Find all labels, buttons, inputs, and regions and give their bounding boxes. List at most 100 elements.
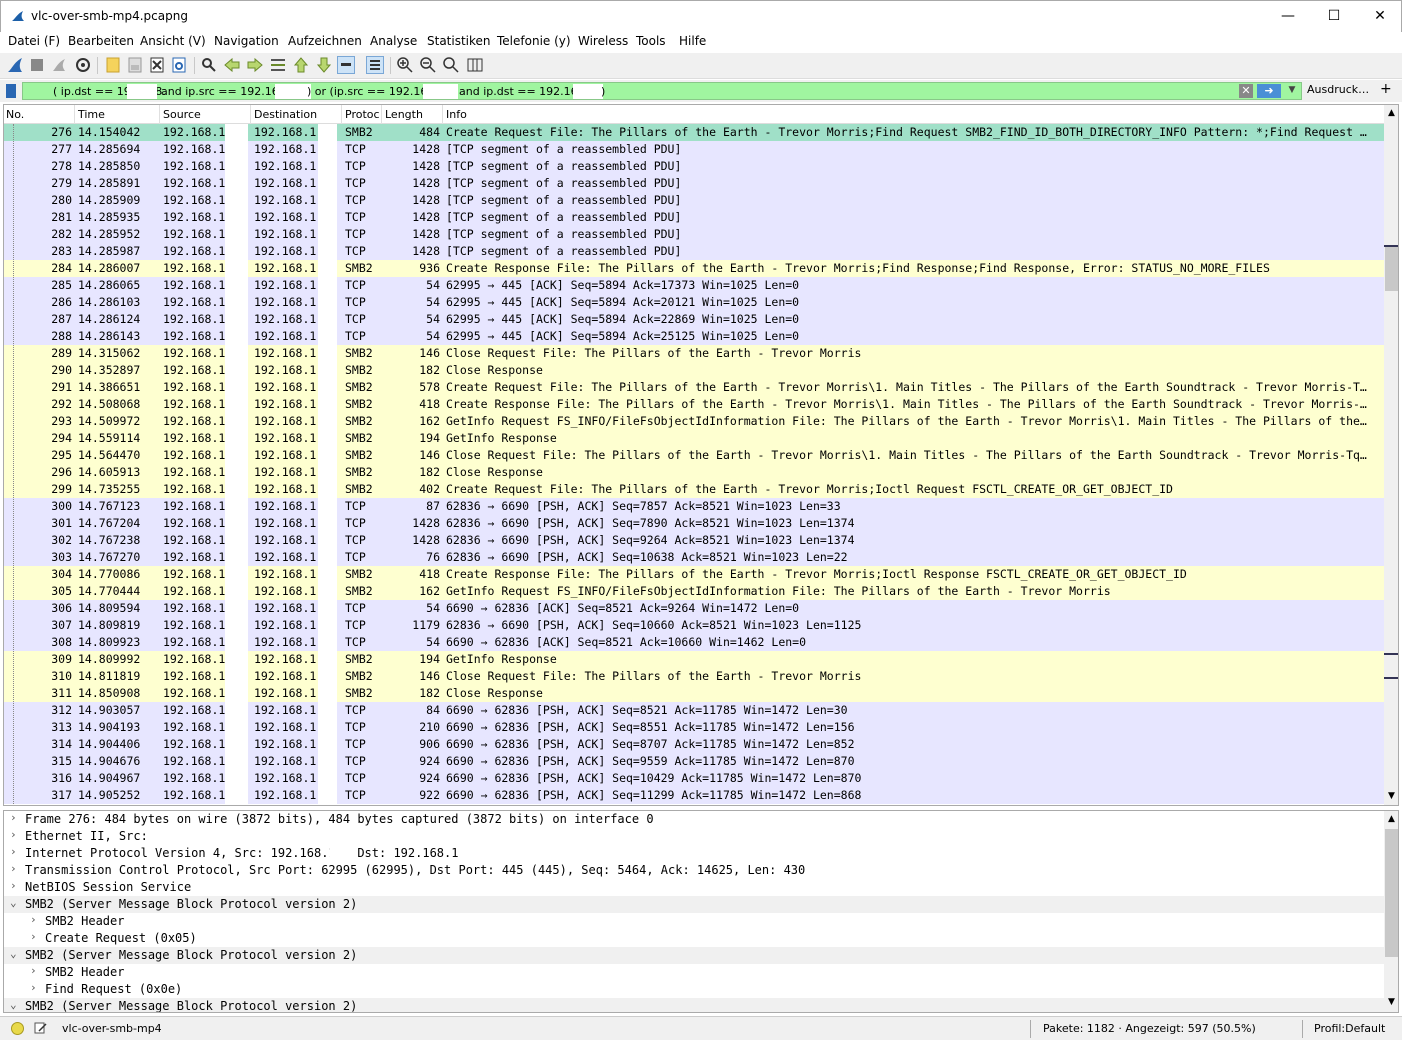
packet-row[interactable]: 284 14.286007 192.168.1 192.168.1 SMB2 936 Cre… (4, 260, 1384, 277)
menu-item[interactable]: Datei (F) (8, 34, 60, 48)
detail-tree-item[interactable]: ⌄ SMB2 (Server Message Block Protocol ver… (4, 896, 1398, 913)
expression-button[interactable]: Ausdruck… (1307, 83, 1369, 96)
expand-arrow-icon[interactable]: › (10, 811, 17, 824)
details-scrollbar[interactable]: ▲ ▼ (1384, 811, 1398, 1012)
detail-tree-item[interactable]: › Frame 276: 484 bytes on wire (3872 bits… (4, 811, 1398, 828)
detail-tree-item[interactable]: › Transmission Control Protocol, Src Port… (4, 862, 1398, 879)
scroll-up-icon[interactable]: ▲ (1388, 814, 1395, 824)
packet-row[interactable]: 294 14.559114 192.168.1 192.168.1 SMB2 194 Get… (4, 430, 1384, 447)
scroll-down-icon[interactable]: ▼ (1388, 791, 1395, 801)
menu-item[interactable]: Ansicht (V) (140, 34, 206, 48)
menu-item[interactable]: Analyse (370, 34, 417, 48)
auto-scroll-icon[interactable] (337, 56, 355, 74)
collapse-arrow-icon[interactable]: ⌄ (10, 998, 17, 1011)
menu-item[interactable]: Tools (636, 34, 666, 48)
detail-tree-item[interactable]: › SMB2 Header (4, 913, 1398, 930)
close-file-icon[interactable] (148, 56, 166, 74)
go-to-packet-icon[interactable] (269, 56, 287, 74)
zoom-out-icon[interactable] (419, 56, 437, 74)
reload-file-icon[interactable] (170, 56, 188, 74)
detail-tree-item[interactable]: ⌄ SMB2 (Server Message Block Protocol ver… (4, 947, 1398, 964)
resize-columns-icon[interactable] (466, 56, 484, 74)
packet-row[interactable]: 302 14.767238 192.168.1 192.168.1 TCP 1428 628… (4, 532, 1384, 549)
menu-item[interactable]: Navigation (214, 34, 279, 48)
filter-dropdown-icon[interactable]: ▼ (1285, 83, 1299, 98)
packet-row[interactable]: 280 14.285909 192.168.1 192.168.1 TCP 1428 [TC… (4, 192, 1384, 209)
close-button[interactable]: ✕ (1357, 1, 1402, 32)
packet-row[interactable]: 315 14.904676 192.168.1 192.168.1 TCP 924 6690… (4, 753, 1384, 770)
packet-row[interactable]: 311 14.850908 192.168.1 192.168.1 SMB2 182 Clo… (4, 685, 1384, 702)
status-profile[interactable]: Profil:Default (1314, 1022, 1385, 1035)
expand-arrow-icon[interactable]: › (30, 930, 37, 943)
go-last-packet-icon[interactable] (315, 56, 333, 74)
packet-row[interactable]: 289 14.315062 192.168.1 192.168.1 SMB2 146 Clo… (4, 345, 1384, 362)
minimize-button[interactable]: — (1265, 1, 1311, 32)
display-filter-input[interactable]: ( ip.dst == 192.168. and ip.src == 192.1… (22, 82, 1302, 100)
column-protocol[interactable]: Protoc (345, 108, 380, 121)
zoom-normal-icon[interactable] (442, 56, 460, 74)
expand-arrow-icon[interactable]: › (30, 964, 37, 977)
packet-row[interactable]: 301 14.767204 192.168.1 192.168.1 TCP 1428 628… (4, 515, 1384, 532)
detail-tree-item[interactable]: › Create Request (0x05) (4, 930, 1398, 947)
open-file-icon[interactable] (104, 56, 122, 74)
expand-arrow-icon[interactable]: › (30, 981, 37, 994)
column-length[interactable]: Length (385, 108, 423, 121)
edit-comment-icon[interactable] (33, 1021, 47, 1035)
packet-row[interactable]: 313 14.904193 192.168.1 192.168.1 TCP 210 6690… (4, 719, 1384, 736)
packet-row[interactable]: 291 14.386651 192.168.1 192.168.1 SMB2 578 Cre… (4, 379, 1384, 396)
scroll-up-icon[interactable]: ▲ (1388, 108, 1395, 118)
scroll-down-icon[interactable]: ▼ (1388, 997, 1395, 1007)
menu-item[interactable]: Statistiken (427, 34, 491, 48)
scrollbar-thumb[interactable] (1385, 246, 1398, 291)
restart-capture-icon[interactable] (50, 56, 68, 74)
packet-row[interactable]: 316 14.904967 192.168.1 192.168.1 TCP 924 6690… (4, 770, 1384, 787)
scrollbar-thumb[interactable] (1385, 829, 1398, 957)
column-destination[interactable]: Destination (254, 108, 317, 121)
zoom-in-icon[interactable] (396, 56, 414, 74)
packet-row[interactable]: 281 14.285935 192.168.1 192.168.1 TCP 1428 [TC… (4, 209, 1384, 226)
packet-row[interactable]: 293 14.509972 192.168.1 192.168.1 SMB2 162 Get… (4, 413, 1384, 430)
packet-row[interactable]: 286 14.286103 192.168.1 192.168.1 TCP 54 62995… (4, 294, 1384, 311)
collapse-arrow-icon[interactable]: ⌄ (10, 947, 17, 960)
packet-row[interactable]: 296 14.605913 192.168.1 192.168.1 SMB2 182 Clo… (4, 464, 1384, 481)
menu-item[interactable]: Aufzeichnen (288, 34, 362, 48)
save-file-icon[interactable] (126, 56, 144, 74)
collapse-arrow-icon[interactable]: ⌄ (10, 896, 17, 909)
packet-row[interactable]: 310 14.811819 192.168.1 192.168.1 SMB2 146 Clo… (4, 668, 1384, 685)
packet-row[interactable]: 287 14.286124 192.168.1 192.168.1 TCP 54 62995… (4, 311, 1384, 328)
packet-row[interactable]: 299 14.735255 192.168.1 192.168.1 SMB2 402 Cre… (4, 481, 1384, 498)
packet-row[interactable]: 277 14.285694 192.168.1 192.168.1 TCP 1428 [TC… (4, 141, 1384, 158)
packet-row[interactable]: 282 14.285952 192.168.1 192.168.1 TCP 1428 [TC… (4, 226, 1384, 243)
column-source[interactable]: Source (163, 108, 201, 121)
capture-options-icon[interactable] (74, 56, 92, 74)
menu-item[interactable]: Bearbeiten (68, 34, 134, 48)
bookmark-icon[interactable] (6, 84, 16, 98)
add-filter-button[interactable]: + (1380, 81, 1392, 97)
packet-row[interactable]: 276 14.154042 192.168.1 192.168.1 SMB2 484 Cre… (4, 124, 1384, 141)
maximize-button[interactable]: ☐ (1311, 1, 1357, 32)
go-back-icon[interactable] (223, 56, 241, 74)
packet-row[interactable]: 288 14.286143 192.168.1 192.168.1 TCP 54 62995… (4, 328, 1384, 345)
packet-row[interactable]: 279 14.285891 192.168.1 192.168.1 TCP 1428 [TC… (4, 175, 1384, 192)
packet-row[interactable]: 307 14.809819 192.168.1 192.168.1 TCP 1179 628… (4, 617, 1384, 634)
packet-row[interactable]: 306 14.809594 192.168.1 192.168.1 TCP 54 6690 … (4, 600, 1384, 617)
packet-row[interactable]: 283 14.285987 192.168.1 192.168.1 TCP 1428 [TC… (4, 243, 1384, 260)
expand-arrow-icon[interactable]: › (10, 828, 17, 841)
packet-row[interactable]: 303 14.767270 192.168.1 192.168.1 TCP 76 62836… (4, 549, 1384, 566)
clear-filter-icon[interactable]: ✕ (1239, 84, 1253, 98)
packet-row[interactable]: 314 14.904406 192.168.1 192.168.1 TCP 906 6690… (4, 736, 1384, 753)
packet-row[interactable]: 300 14.767123 192.168.1 192.168.1 TCP 87 62836… (4, 498, 1384, 515)
menu-item[interactable]: Wireless (578, 34, 628, 48)
packet-row[interactable]: 285 14.286065 192.168.1 192.168.1 TCP 54 62995… (4, 277, 1384, 294)
go-forward-icon[interactable] (246, 56, 264, 74)
colorize-icon[interactable] (366, 56, 384, 74)
detail-tree-item[interactable]: › Internet Protocol Version 4, Src: 192.1… (4, 845, 1398, 862)
packet-row[interactable]: 305 14.770444 192.168.1 192.168.1 SMB2 162 Get… (4, 583, 1384, 600)
menu-item[interactable]: Hilfe (679, 34, 706, 48)
expand-arrow-icon[interactable]: › (10, 862, 17, 875)
detail-tree-item[interactable]: › SMB2 Header (4, 964, 1398, 981)
expand-arrow-icon[interactable]: › (10, 879, 17, 892)
expert-info-icon[interactable] (11, 1022, 24, 1035)
start-capture-icon[interactable] (6, 56, 24, 74)
packet-row[interactable]: 278 14.285850 192.168.1 192.168.1 TCP 1428 [TC… (4, 158, 1384, 175)
